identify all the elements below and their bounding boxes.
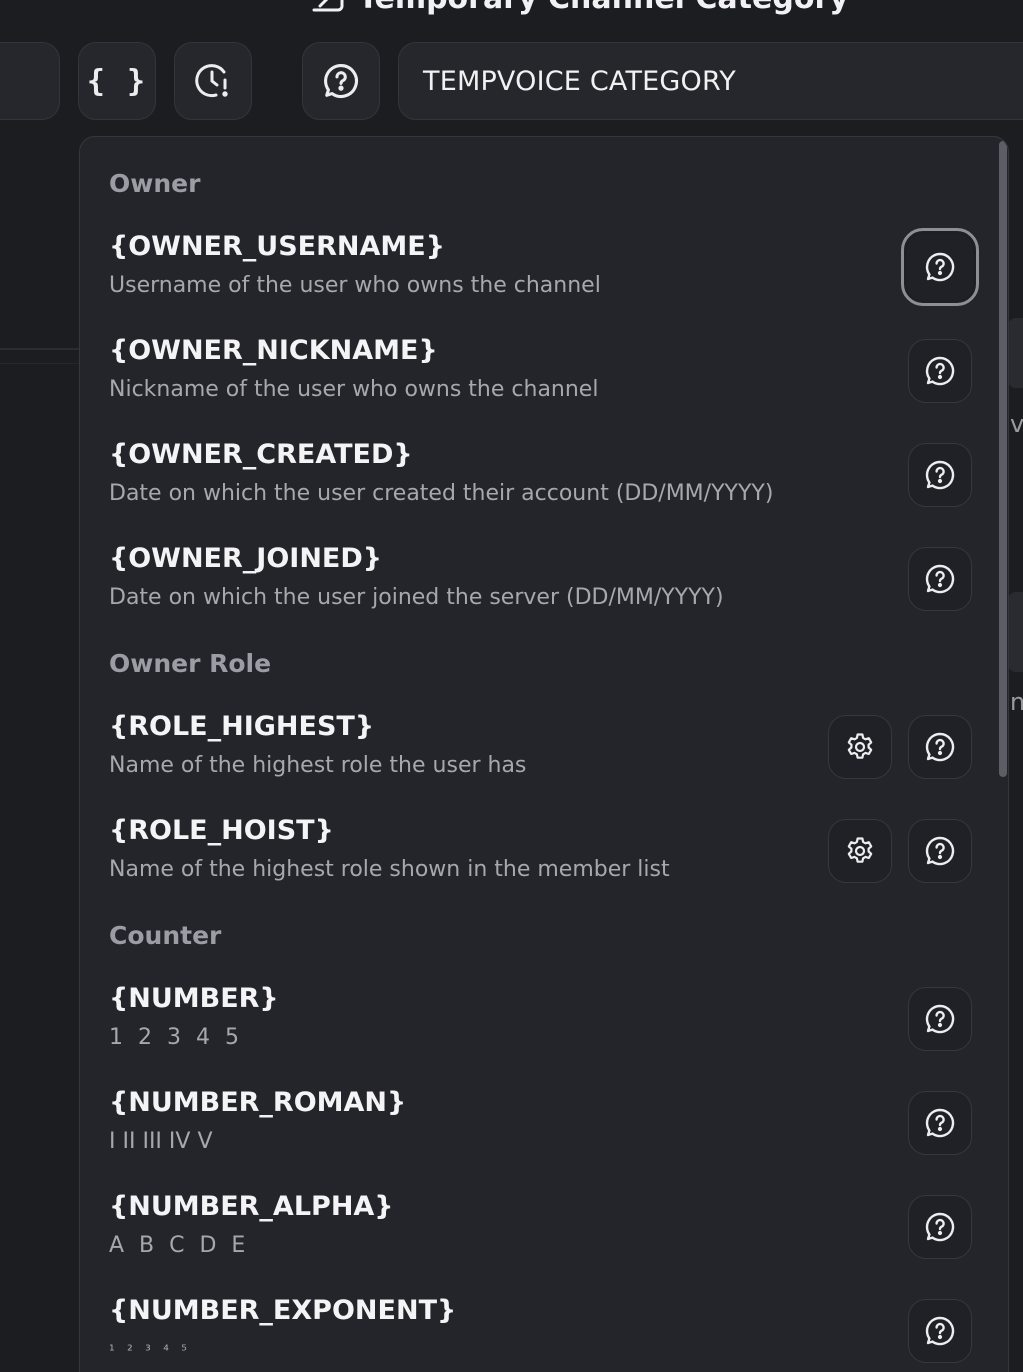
page-title: Temporary Channel Category: [300, 0, 849, 16]
help-chat-icon: [925, 836, 955, 866]
variable-description: ¹ ² ³ ⁴ ⁵: [109, 1343, 191, 1359]
variable-description: 1 2 3 4 5: [109, 1025, 243, 1050]
variable-description: Date on which the user joined the server…: [109, 585, 724, 610]
variable-name: {NUMBER}: [109, 983, 279, 1014]
help-button[interactable]: [908, 1091, 972, 1155]
variable-name: {ROLE_HOIST}: [109, 815, 334, 846]
variable-description: Nickname of the user who owns the channe…: [109, 377, 599, 402]
help-button[interactable]: [908, 339, 972, 403]
help-chat-icon: [925, 356, 955, 386]
help-button[interactable]: [908, 819, 972, 883]
variables-dropdown[interactable]: Owner {OWNER_USERNAME} Username of the u…: [79, 136, 1009, 1372]
settings-button[interactable]: [828, 715, 892, 779]
background-text-fragment: ne: [1010, 688, 1023, 716]
variable-description: Name of the highest role the user has: [109, 753, 527, 778]
background-divider: [0, 348, 80, 364]
help-chat-icon: [925, 732, 955, 762]
variable-name: {NUMBER_ROMAN}: [109, 1087, 407, 1118]
category-name-value: TEMPVOICE CATEGORY: [423, 65, 736, 97]
schedule-button[interactable]: [174, 42, 252, 120]
braces-icon: { }: [86, 63, 148, 99]
variable-item-owner-nickname[interactable]: {OWNER_NICKNAME} Nickname of the user wh…: [109, 335, 989, 425]
help-button[interactable]: [908, 715, 972, 779]
help-button[interactable]: [901, 228, 979, 306]
background-text-fragment: va: [1010, 410, 1023, 438]
variable-name: {NUMBER_ALPHA}: [109, 1191, 394, 1222]
help-button[interactable]: [908, 547, 972, 611]
scrollbar-thumb[interactable]: [999, 141, 1007, 777]
help-chat-icon: [925, 252, 955, 282]
background-field: [1008, 592, 1023, 672]
help-chat-icon: [925, 1212, 955, 1242]
variable-description: A B C D E: [109, 1233, 250, 1258]
help-chat-icon: [925, 460, 955, 490]
channel-enter-icon: [312, 0, 344, 12]
variable-description: Name of the highest role shown in the me…: [109, 857, 670, 882]
variables-button[interactable]: { }: [78, 42, 156, 120]
variable-item-owner-joined[interactable]: {OWNER_JOINED} Date on which the user jo…: [109, 543, 989, 633]
help-button[interactable]: [908, 1299, 972, 1363]
variable-description: Date on which the user created their acc…: [109, 481, 774, 506]
section-title-counter: Counter: [109, 921, 222, 950]
category-name-input[interactable]: TEMPVOICE CATEGORY: [398, 42, 1023, 120]
variable-item-owner-created[interactable]: {OWNER_CREATED} Date on which the user c…: [109, 439, 989, 529]
app-root: Temporary Channel Category { } TEMPVOICE…: [0, 0, 1023, 1372]
variable-item-number[interactable]: {NUMBER} 1 2 3 4 5: [109, 983, 989, 1073]
scrollbar[interactable]: [996, 137, 1008, 1372]
section-title-owner: Owner: [109, 169, 201, 198]
help-chat-icon: [324, 64, 358, 98]
left-input-field[interactable]: [0, 42, 60, 120]
clock-alert-icon: [195, 64, 228, 98]
variable-name: {NUMBER_EXPONENT}: [109, 1295, 457, 1326]
help-chat-icon: [925, 1316, 955, 1346]
settings-button[interactable]: [828, 819, 892, 883]
variable-item-number-roman[interactable]: {NUMBER_ROMAN} I II III IV V: [109, 1087, 989, 1177]
help-chat-icon: [925, 564, 955, 594]
variable-name: {OWNER_NICKNAME}: [109, 335, 438, 366]
help-button[interactable]: [908, 987, 972, 1051]
section-title-owner-role: Owner Role: [109, 649, 272, 678]
help-chat-icon: [925, 1108, 955, 1138]
help-button[interactable]: [908, 443, 972, 507]
variable-name: {OWNER_JOINED}: [109, 543, 383, 574]
variable-description: Username of the user who owns the channe…: [109, 273, 601, 298]
variable-item-number-exponent[interactable]: {NUMBER_EXPONENT} ¹ ² ³ ⁴ ⁵: [109, 1295, 989, 1372]
help-button[interactable]: [908, 1195, 972, 1259]
help-chat-icon: [925, 1004, 955, 1034]
variable-name: {ROLE_HIGHEST}: [109, 711, 375, 742]
variable-item-number-alpha[interactable]: {NUMBER_ALPHA} A B C D E: [109, 1191, 989, 1281]
variable-item-owner-username[interactable]: {OWNER_USERNAME} Username of the user wh…: [109, 231, 989, 321]
page-title-text: Temporary Channel Category: [358, 0, 849, 16]
background-field: [1008, 318, 1023, 388]
gear-icon: [847, 733, 873, 759]
variable-description: I II III IV V: [109, 1129, 213, 1154]
help-button[interactable]: [302, 42, 380, 120]
variable-name: {OWNER_USERNAME}: [109, 231, 445, 262]
variable-name: {OWNER_CREATED}: [109, 439, 413, 470]
gear-icon: [847, 837, 873, 863]
